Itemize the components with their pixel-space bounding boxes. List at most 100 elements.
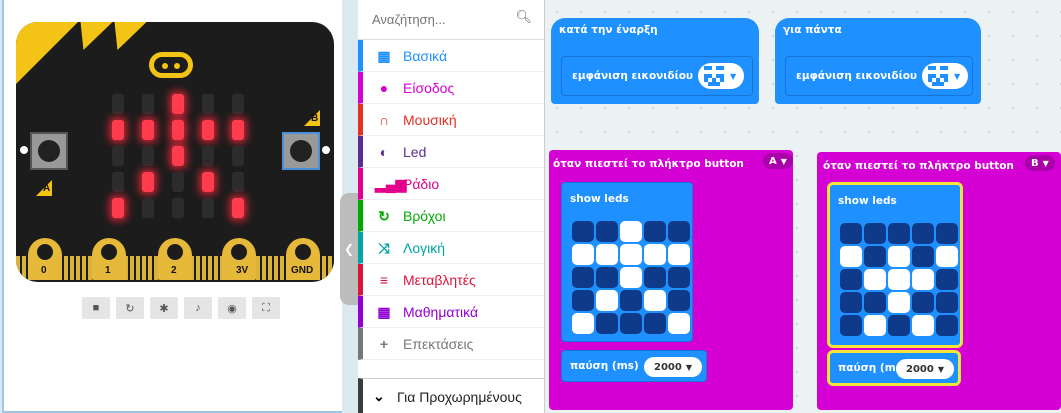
blocks-workspace[interactable]: κατά την έναρξη εμφάνιση εικονιδίου ▼ γι… — [545, 0, 1061, 413]
icon-dropdown[interactable]: ▼ — [698, 63, 744, 89]
microbit-logo[interactable] — [149, 52, 193, 78]
mute-button[interactable]: ♪ — [184, 297, 212, 319]
led-cell-1-0[interactable] — [840, 246, 862, 267]
stop-button[interactable]: ■ — [82, 297, 110, 319]
show-icon-block[interactable]: εμφάνιση εικονιδίου ▼ — [561, 56, 753, 96]
debug-button[interactable]: ✱ — [150, 297, 178, 319]
led-2-3 — [202, 146, 214, 166]
button-b[interactable] — [282, 132, 320, 170]
led-cell-2-2[interactable] — [888, 269, 910, 290]
button-a-label: A — [36, 180, 52, 196]
led-4-3 — [202, 198, 214, 218]
category-variables[interactable]: ≡ Μεταβλητές — [358, 264, 544, 296]
pin-label: 3V — [236, 265, 249, 276]
screenshot-button[interactable]: ◉ — [218, 297, 246, 319]
on-start-block[interactable]: κατά την έναρξη εμφάνιση εικονιδίου ▼ — [551, 18, 759, 104]
led-cell-2-4[interactable] — [668, 267, 690, 288]
led-cell-2-3[interactable] — [644, 267, 666, 288]
led-cell-3-4[interactable] — [936, 292, 958, 313]
show-leds-block[interactable]: show leds — [561, 182, 693, 342]
led-cell-1-0[interactable] — [572, 244, 594, 265]
category-loops[interactable]: ↻ Βρόχοι — [358, 200, 544, 232]
led-cell-0-1[interactable] — [596, 221, 618, 242]
category-led[interactable]: ◐ Led — [358, 136, 544, 168]
led-cell-3-3[interactable] — [644, 290, 666, 311]
led-cell-2-4[interactable] — [936, 269, 958, 290]
led-cell-0-0[interactable] — [840, 223, 862, 244]
led-cell-1-4[interactable] — [668, 244, 690, 265]
led-cell-4-4[interactable] — [668, 313, 690, 334]
led-cell-3-1[interactable] — [864, 292, 886, 313]
led-cell-4-2[interactable] — [620, 313, 642, 334]
led-cell-2-2[interactable] — [620, 267, 642, 288]
search-input[interactable] — [370, 8, 514, 30]
led-cell-4-1[interactable] — [596, 313, 618, 334]
led-cell-1-1[interactable] — [864, 246, 886, 267]
led-cell-1-4[interactable] — [936, 246, 958, 267]
button-a-dropdown[interactable]: A ▼ — [763, 153, 793, 169]
button-a[interactable] — [30, 132, 68, 170]
led-cell-3-2[interactable] — [620, 290, 642, 311]
led-cell-2-0[interactable] — [840, 269, 862, 290]
led-cell-1-3[interactable] — [912, 246, 934, 267]
show-leds-block[interactable]: show leds — [827, 182, 963, 348]
advanced-toggle[interactable]: ⌄ Για Προχωρημένους — [358, 378, 544, 413]
led-cell-3-0[interactable] — [840, 292, 862, 313]
led-cell-0-2[interactable] — [620, 221, 642, 242]
led-cell-2-1[interactable] — [596, 267, 618, 288]
restart-icon: ↻ — [125, 302, 135, 315]
led-cell-0-2[interactable] — [888, 223, 910, 244]
category-math[interactable]: ▦ Μαθηματικά — [358, 296, 544, 328]
led-cell-4-0[interactable] — [840, 315, 862, 336]
fullscreen-button[interactable]: ⛶ — [252, 297, 280, 319]
collapse-simulator-button[interactable]: ❮ — [340, 193, 358, 305]
pause-block[interactable]: παύση (ms) 2000 ▼ — [827, 350, 961, 386]
led-cell-3-1[interactable] — [596, 290, 618, 311]
led-cell-3-0[interactable] — [572, 290, 594, 311]
led-cell-2-0[interactable] — [572, 267, 594, 288]
category-extensions[interactable]: + Επεκτάσεις — [358, 328, 544, 360]
led-cell-0-3[interactable] — [644, 221, 666, 242]
led-cell-0-4[interactable] — [668, 221, 690, 242]
led-cell-2-3[interactable] — [912, 269, 934, 290]
led-cell-0-0[interactable] — [572, 221, 594, 242]
category-input[interactable]: ● Είσοδος — [358, 72, 544, 104]
category-basic[interactable]: ▦ Βασικά — [358, 40, 544, 72]
led-cell-4-1[interactable] — [864, 315, 886, 336]
button-b-dropdown[interactable]: B ▼ — [1025, 155, 1055, 171]
pause-block[interactable]: παύση (ms) 2000 ▼ — [561, 350, 707, 382]
category-music[interactable]: ∩ Μουσική — [358, 104, 544, 136]
led-cell-1-2[interactable] — [620, 244, 642, 265]
pause-value-dropdown[interactable]: 2000 ▼ — [644, 357, 702, 377]
show-icon-block[interactable]: εμφάνιση εικονιδίου ▼ — [785, 56, 973, 96]
led-cell-4-3[interactable] — [912, 315, 934, 336]
category-radio[interactable]: ▂▄▆ Ράδιο — [358, 168, 544, 200]
led-cell-0-3[interactable] — [912, 223, 934, 244]
category-label: Βρόχοι — [403, 208, 446, 224]
icon-dropdown[interactable]: ▼ — [922, 63, 968, 89]
led-cell-3-4[interactable] — [668, 290, 690, 311]
on-button-b-block[interactable]: όταν πιεστεί το πλήκτρο button B ▼ show l… — [817, 152, 1061, 410]
led-cell-4-4[interactable] — [936, 315, 958, 336]
led-cell-4-2[interactable] — [888, 315, 910, 336]
forever-block[interactable]: για πάντα εμφάνιση εικονιδίου ▼ — [775, 18, 981, 104]
led-cell-3-2[interactable] — [888, 292, 910, 313]
led-cell-3-3[interactable] — [912, 292, 934, 313]
edge-dot — [20, 146, 28, 154]
show-icon-label: εμφάνιση εικονιδίου — [796, 70, 918, 82]
on-button-a-block[interactable]: όταν πιεστεί το πλήκτρο button A ▼ show l… — [549, 150, 793, 410]
led-cell-4-3[interactable] — [644, 313, 666, 334]
search-icon[interactable]: 🔍︎ — [515, 9, 532, 25]
led-cell-2-1[interactable] — [864, 269, 886, 290]
extensions-icon: + — [379, 336, 389, 352]
led-cell-1-2[interactable] — [888, 246, 910, 267]
led-cell-0-1[interactable] — [864, 223, 886, 244]
category-logic[interactable]: ⤨ Λογική — [358, 232, 544, 264]
restart-button[interactable]: ↻ — [116, 297, 144, 319]
toolbox: 🔍︎ ▦ Βασικά ● Είσοδος ∩ Μουσική ◐ Led ▂▄▆Ράδιο ↻ Β… — [358, 0, 545, 413]
pause-value-dropdown[interactable]: 2000 ▼ — [896, 359, 954, 379]
led-cell-4-0[interactable] — [572, 313, 594, 334]
led-cell-0-4[interactable] — [936, 223, 958, 244]
led-cell-1-1[interactable] — [596, 244, 618, 265]
led-cell-1-3[interactable] — [644, 244, 666, 265]
